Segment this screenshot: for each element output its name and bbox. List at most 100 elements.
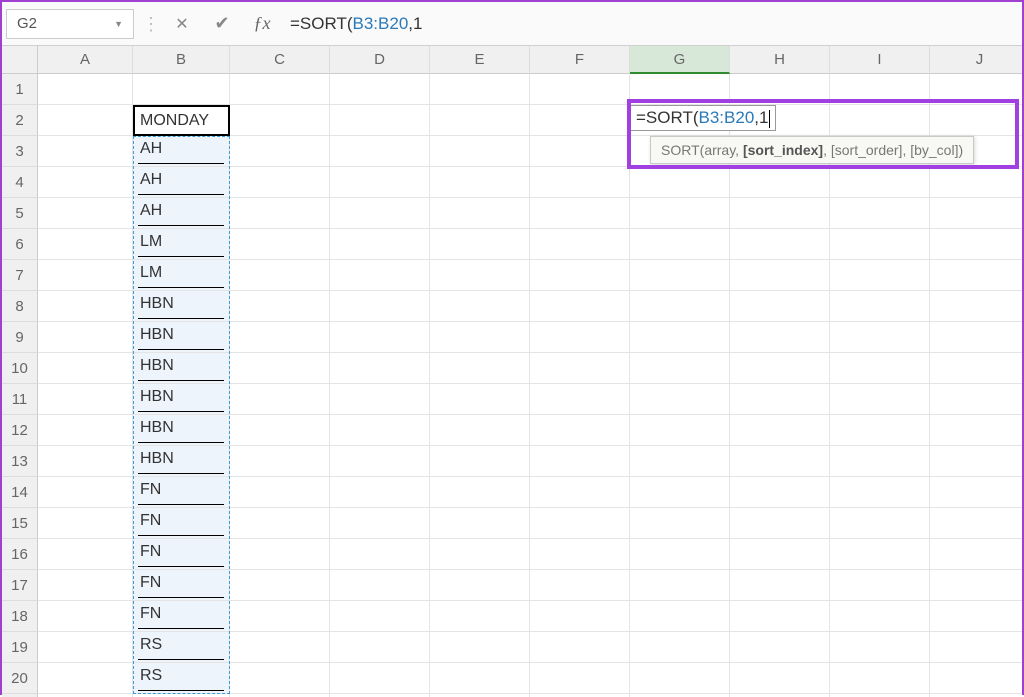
- cell-J12[interactable]: [930, 415, 1022, 446]
- cell-J20[interactable]: [930, 663, 1022, 694]
- row-header-8[interactable]: 8: [2, 291, 38, 322]
- cell-G10[interactable]: [630, 353, 730, 384]
- cell-B12[interactable]: HBN: [133, 415, 230, 446]
- cell-I13[interactable]: [830, 446, 930, 477]
- cell-E3[interactable]: [430, 136, 530, 167]
- cell-E2[interactable]: [430, 105, 530, 136]
- col-header-D[interactable]: D: [330, 46, 430, 74]
- cell-E18[interactable]: [430, 601, 530, 632]
- cell-D17[interactable]: [330, 570, 430, 601]
- cell-H7[interactable]: [730, 260, 830, 291]
- select-all-corner[interactable]: [2, 46, 38, 74]
- cell-J13[interactable]: [930, 446, 1022, 477]
- cell-C10[interactable]: [230, 353, 330, 384]
- cells-area[interactable]: MONDAY AH AH AH LM LM HBN HBN HBN HBN HB…: [38, 74, 1022, 697]
- cell-A2[interactable]: [38, 105, 133, 136]
- cell-F19[interactable]: [530, 632, 630, 663]
- cell-F20[interactable]: [530, 663, 630, 694]
- cell-H20[interactable]: [730, 663, 830, 694]
- cell-I19[interactable]: [830, 632, 930, 663]
- cell-A20[interactable]: [38, 663, 133, 694]
- cell-F17[interactable]: [530, 570, 630, 601]
- cell-E4[interactable]: [430, 167, 530, 198]
- formula-input[interactable]: =SORT(B3:B20,1: [282, 9, 1018, 39]
- row-header-13[interactable]: 13: [2, 446, 38, 477]
- cell-H6[interactable]: [730, 229, 830, 260]
- cell-F16[interactable]: [530, 539, 630, 570]
- cell-F14[interactable]: [530, 477, 630, 508]
- cell-A19[interactable]: [38, 632, 133, 663]
- cell-C7[interactable]: [230, 260, 330, 291]
- cell-D8[interactable]: [330, 291, 430, 322]
- cell-B11[interactable]: HBN: [133, 384, 230, 415]
- row-header-16[interactable]: 16: [2, 539, 38, 570]
- cell-I6[interactable]: [830, 229, 930, 260]
- row-header-15[interactable]: 15: [2, 508, 38, 539]
- cell-F5[interactable]: [530, 198, 630, 229]
- cell-F7[interactable]: [530, 260, 630, 291]
- cell-D1[interactable]: [330, 74, 430, 105]
- cell-E16[interactable]: [430, 539, 530, 570]
- cell-F2[interactable]: [530, 105, 630, 136]
- cell-E14[interactable]: [430, 477, 530, 508]
- cell-A13[interactable]: [38, 446, 133, 477]
- cell-B7[interactable]: LM: [133, 260, 230, 291]
- cell-D15[interactable]: [330, 508, 430, 539]
- row-header-1[interactable]: 1: [2, 74, 38, 105]
- cell-I16[interactable]: [830, 539, 930, 570]
- col-header-I[interactable]: I: [830, 46, 930, 74]
- cell-E8[interactable]: [430, 291, 530, 322]
- cell-E6[interactable]: [430, 229, 530, 260]
- cell-C20[interactable]: [230, 663, 330, 694]
- cell-G14[interactable]: [630, 477, 730, 508]
- cell-B10[interactable]: HBN: [133, 353, 230, 384]
- cell-E5[interactable]: [430, 198, 530, 229]
- row-header-17[interactable]: 17: [2, 570, 38, 601]
- cell-C17[interactable]: [230, 570, 330, 601]
- cell-A9[interactable]: [38, 322, 133, 353]
- row-header-20[interactable]: 20: [2, 663, 38, 694]
- cell-H8[interactable]: [730, 291, 830, 322]
- cell-I20[interactable]: [830, 663, 930, 694]
- cell-D3[interactable]: [330, 136, 430, 167]
- row-header-9[interactable]: 9: [2, 322, 38, 353]
- cell-I2[interactable]: [830, 105, 930, 136]
- cell-E1[interactable]: [430, 74, 530, 105]
- cell-G19[interactable]: [630, 632, 730, 663]
- cell-C8[interactable]: [230, 291, 330, 322]
- cell-E12[interactable]: [430, 415, 530, 446]
- cell-C5[interactable]: [230, 198, 330, 229]
- cell-B4[interactable]: AH: [133, 167, 230, 198]
- row-header-3[interactable]: 3: [2, 136, 38, 167]
- cell-A10[interactable]: [38, 353, 133, 384]
- cell-C18[interactable]: [230, 601, 330, 632]
- cell-C14[interactable]: [230, 477, 330, 508]
- cell-B9[interactable]: HBN: [133, 322, 230, 353]
- cell-D5[interactable]: [330, 198, 430, 229]
- cell-J18[interactable]: [930, 601, 1022, 632]
- cell-D11[interactable]: [330, 384, 430, 415]
- cell-G20[interactable]: [630, 663, 730, 694]
- cell-I5[interactable]: [830, 198, 930, 229]
- cell-I11[interactable]: [830, 384, 930, 415]
- col-header-E[interactable]: E: [430, 46, 530, 74]
- cell-D20[interactable]: [330, 663, 430, 694]
- cell-C9[interactable]: [230, 322, 330, 353]
- cell-H15[interactable]: [730, 508, 830, 539]
- cell-A6[interactable]: [38, 229, 133, 260]
- cell-J16[interactable]: [930, 539, 1022, 570]
- cell-H16[interactable]: [730, 539, 830, 570]
- cell-B19[interactable]: RS: [133, 632, 230, 663]
- row-header-19[interactable]: 19: [2, 632, 38, 663]
- cell-E15[interactable]: [430, 508, 530, 539]
- cell-F6[interactable]: [530, 229, 630, 260]
- cell-J15[interactable]: [930, 508, 1022, 539]
- cell-E20[interactable]: [430, 663, 530, 694]
- cell-C19[interactable]: [230, 632, 330, 663]
- cell-F12[interactable]: [530, 415, 630, 446]
- cell-H5[interactable]: [730, 198, 830, 229]
- cell-E10[interactable]: [430, 353, 530, 384]
- cell-D18[interactable]: [330, 601, 430, 632]
- cell-I17[interactable]: [830, 570, 930, 601]
- cell-B5[interactable]: AH: [133, 198, 230, 229]
